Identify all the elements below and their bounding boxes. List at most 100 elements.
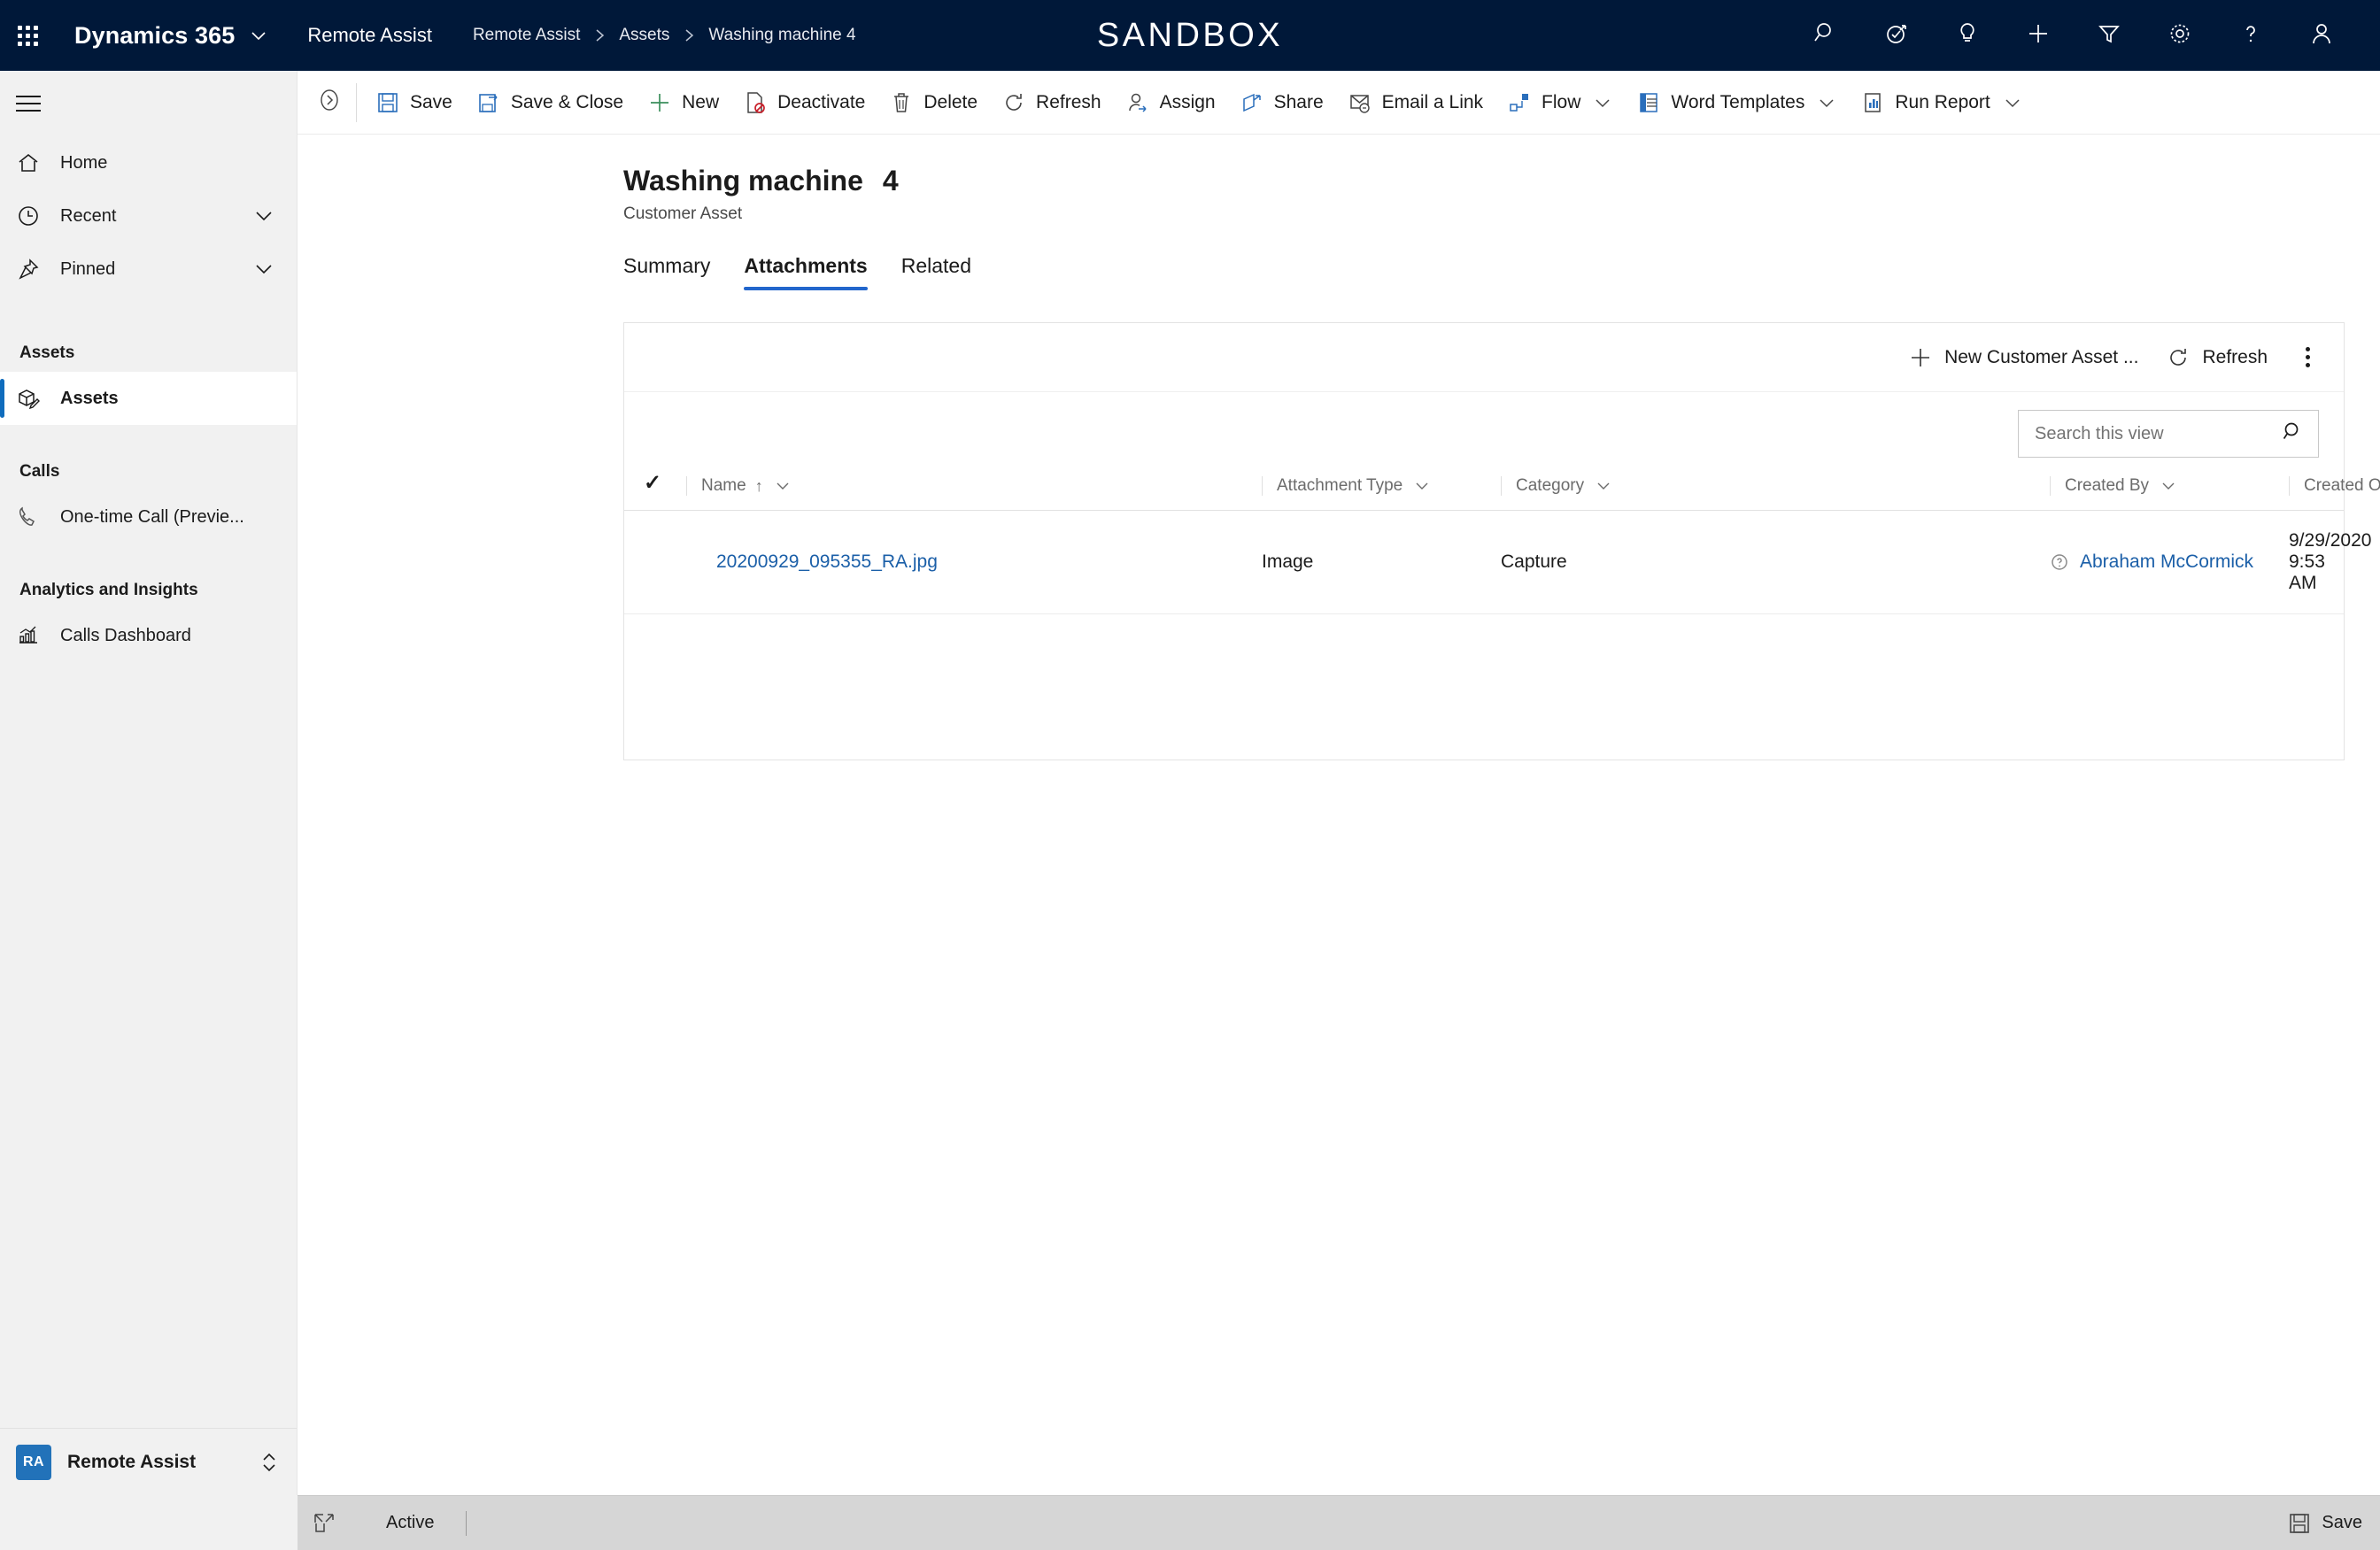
assistant-button[interactable] bbox=[1861, 0, 1932, 71]
new-customer-asset-attachment-button[interactable]: New Customer Asset ... bbox=[1895, 334, 2152, 382]
new-button[interactable]: New bbox=[636, 78, 731, 127]
subgrid-refresh-button[interactable]: Refresh bbox=[2152, 334, 2282, 382]
word-templates-button[interactable]: Word Templates bbox=[1625, 78, 1849, 127]
app-launcher-button[interactable] bbox=[0, 0, 55, 71]
sidebar-item-pinned[interactable]: Pinned bbox=[0, 243, 297, 296]
sidebar-item-one-time-call[interactable]: One-time Call (Previe... bbox=[0, 490, 297, 544]
subgrid-search-row bbox=[624, 392, 2344, 470]
chevron-down-icon[interactable] bbox=[2160, 477, 2177, 495]
sidebar-item-label: One-time Call (Previe... bbox=[60, 506, 244, 527]
share-button[interactable]: Share bbox=[1228, 78, 1336, 127]
status-bar-left: Active bbox=[298, 1510, 468, 1536]
column-header-category[interactable]: Category bbox=[1501, 470, 2050, 511]
app-switcher-button[interactable]: RA Remote Assist bbox=[0, 1428, 297, 1495]
save-button[interactable]: Save bbox=[364, 78, 465, 127]
tab-summary[interactable]: Summary bbox=[623, 249, 710, 290]
status-bar-sidebar-filler bbox=[0, 1495, 298, 1550]
column-header-attachment-type[interactable]: Attachment Type bbox=[1262, 470, 1501, 511]
refresh-icon bbox=[2167, 346, 2190, 369]
search-icon bbox=[1812, 20, 1839, 51]
cell-category: Capture bbox=[1501, 510, 2050, 614]
chevron-down-icon[interactable] bbox=[252, 204, 275, 227]
table-body: 20200929_095355_RA.jpg Image Capture Abr… bbox=[624, 510, 2371, 614]
search-this-view-box[interactable] bbox=[2018, 410, 2319, 458]
select-all-header[interactable]: ✓ bbox=[624, 470, 686, 511]
add-icon bbox=[2025, 20, 2052, 51]
filter-button[interactable] bbox=[2074, 0, 2144, 71]
breadcrumb-item-0[interactable]: Remote Assist bbox=[473, 26, 580, 45]
chevron-up-down-icon[interactable] bbox=[258, 1449, 281, 1476]
command-bar-expand-button[interactable] bbox=[305, 71, 354, 135]
tab-related[interactable]: Related bbox=[901, 249, 971, 290]
command-label: Deactivate bbox=[777, 91, 866, 112]
search-icon[interactable] bbox=[2281, 420, 2306, 449]
help-button[interactable] bbox=[2215, 0, 2286, 71]
flow-button[interactable]: Flow bbox=[1495, 78, 1625, 127]
sidebar-item-recent[interactable]: Recent bbox=[0, 189, 297, 243]
cell-created-on: 9/29/2020 9:53 AM bbox=[2289, 510, 2371, 614]
tab-attachments[interactable]: Attachments bbox=[744, 249, 869, 290]
popout-button[interactable] bbox=[298, 1512, 351, 1535]
cell-created-by[interactable]: Abraham McCormick bbox=[2050, 510, 2289, 614]
sidebar: Home Recent Pinned Assets Assets Calls O… bbox=[0, 71, 298, 1495]
chevron-down-icon[interactable] bbox=[1413, 477, 1431, 495]
chevron-right-icon bbox=[592, 27, 607, 44]
record-number: 4 bbox=[882, 165, 899, 197]
plus-icon bbox=[648, 91, 671, 114]
clock-icon bbox=[16, 204, 51, 228]
email-a-link-button[interactable]: Email a Link bbox=[1336, 78, 1495, 127]
status-bar-save-button[interactable]: Save bbox=[2288, 1512, 2362, 1535]
run-report-button[interactable]: Run Report bbox=[1849, 78, 2034, 127]
chevron-down-icon[interactable] bbox=[774, 477, 792, 495]
app-badge: RA bbox=[16, 1444, 51, 1480]
subgrid-overflow-button[interactable] bbox=[2287, 334, 2328, 382]
chevron-down-icon[interactable] bbox=[252, 258, 275, 281]
main-content: Save Save & Close New Deactivate Delete … bbox=[298, 71, 2380, 1495]
column-header-created-on[interactable]: Created On bbox=[2289, 470, 2380, 511]
chevron-down-icon[interactable] bbox=[2003, 93, 2022, 112]
refresh-button[interactable]: Refresh bbox=[990, 78, 1114, 127]
row-select-cell[interactable] bbox=[624, 510, 686, 614]
cell-name[interactable]: 20200929_095355_RA.jpg bbox=[686, 510, 1262, 614]
settings-button[interactable] bbox=[2144, 0, 2215, 71]
chevron-right-icon bbox=[682, 27, 696, 44]
ideas-button[interactable] bbox=[1932, 0, 2003, 71]
sidebar-item-assets[interactable]: Assets bbox=[0, 372, 297, 425]
top-bar-actions bbox=[1790, 0, 2380, 71]
delete-button[interactable]: Delete bbox=[877, 78, 990, 127]
search-input[interactable] bbox=[2033, 422, 2281, 445]
word-icon bbox=[1637, 91, 1660, 114]
save-close-icon bbox=[477, 91, 500, 114]
sidebar-toggle-button[interactable] bbox=[0, 71, 297, 136]
attachment-name-link[interactable]: 20200929_095355_RA.jpg bbox=[716, 551, 938, 572]
breadcrumb-item-1[interactable]: Assets bbox=[619, 26, 669, 45]
status-bar-wrapper: Active Save bbox=[0, 1495, 2380, 1550]
save-icon bbox=[376, 91, 399, 114]
column-header-name[interactable]: Name ↑ bbox=[686, 470, 1262, 511]
user-account-button[interactable] bbox=[2286, 0, 2357, 71]
chevron-down-icon[interactable] bbox=[249, 26, 268, 45]
checkmark-icon[interactable]: ✓ bbox=[644, 471, 661, 495]
created-by-link[interactable]: Abraham McCormick bbox=[2080, 551, 2253, 573]
table-row[interactable]: 20200929_095355_RA.jpg Image Capture Abr… bbox=[624, 510, 2371, 614]
chevron-down-icon[interactable] bbox=[1593, 93, 1612, 112]
search-button[interactable] bbox=[1790, 0, 1861, 71]
toolbar-label: Refresh bbox=[2202, 346, 2268, 367]
sidebar-item-label: Recent bbox=[60, 205, 117, 226]
deactivate-button[interactable]: Deactivate bbox=[731, 78, 877, 127]
chevron-down-icon[interactable] bbox=[1817, 93, 1836, 112]
quick-create-button[interactable] bbox=[2003, 0, 2074, 71]
save-and-close-button[interactable]: Save & Close bbox=[465, 78, 636, 127]
sidebar-item-home[interactable]: Home bbox=[0, 136, 297, 189]
cell-attachment-type: Image bbox=[1262, 510, 1501, 614]
toolbar-label: New Customer Asset ... bbox=[1944, 346, 2139, 367]
breadcrumb: Remote Assist Assets Washing machine 4 bbox=[473, 26, 856, 45]
sidebar-item-calls-dashboard[interactable]: Calls Dashboard bbox=[0, 609, 297, 662]
column-header-created-by[interactable]: Created By bbox=[2050, 470, 2289, 511]
chevron-down-icon[interactable] bbox=[1595, 477, 1612, 495]
breadcrumb-item-2[interactable]: Washing machine 4 bbox=[708, 26, 855, 45]
assign-button[interactable]: Assign bbox=[1114, 78, 1228, 127]
table-header-row: ✓ Name ↑ Attachment Type Category Create… bbox=[624, 470, 2380, 511]
attachments-subgrid: New Customer Asset ... Refresh Search th… bbox=[623, 322, 2380, 760]
save-icon bbox=[2288, 1512, 2311, 1535]
